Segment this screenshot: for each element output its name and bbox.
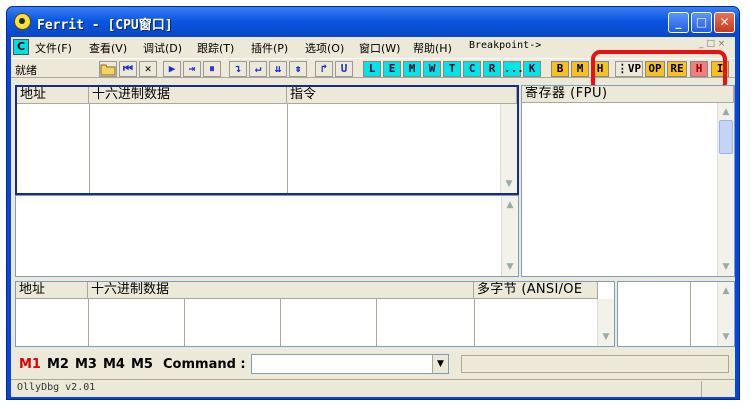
scroll-up-arrow-icon[interactable]: ▲ <box>504 198 516 212</box>
call-stack-button[interactable]: K <box>523 61 541 77</box>
run-trace-button[interactable]: ... <box>503 61 524 77</box>
log-window-button[interactable]: L <box>363 61 381 77</box>
info-pane[interactable]: ▲ ▼ <box>15 195 519 277</box>
threads-window-button[interactable]: T <box>443 61 461 77</box>
menu-debug[interactable]: 调试(D) <box>143 40 182 56</box>
scroll-down-arrow-icon[interactable]: ▼ <box>600 330 612 344</box>
scroll-down-arrow-icon[interactable]: ▼ <box>503 177 515 191</box>
pause-icon[interactable]: ⏸ <box>203 61 221 77</box>
mdi-controls[interactable]: _ □ × <box>699 39 725 49</box>
column-divider <box>88 299 89 346</box>
references-button[interactable]: R <box>483 61 501 77</box>
tab-m3[interactable]: M3 <box>75 357 97 372</box>
tab-m4[interactable]: M4 <box>103 357 125 372</box>
stack-scrollbar[interactable]: ▲ ▼ <box>717 282 734 346</box>
disasm-scrollbar[interactable]: ▼ <box>500 104 517 193</box>
main-window: Ferrit - [CPU窗口] _ □ ✕ C 文件(F) 查看(V) 调试(… <box>6 6 740 400</box>
memory-window-button[interactable]: M <box>403 61 421 77</box>
windows-button[interactable]: W <box>423 61 441 77</box>
window-title: Ferrit - [CPU窗口] <box>37 18 173 33</box>
command-result-field <box>461 355 729 373</box>
status-bar: OllyDbg v2.01 <box>11 379 735 397</box>
disasm-header-address[interactable]: 地址 <box>17 87 89 104</box>
column-divider <box>280 299 281 346</box>
cpu-menu-icon[interactable]: C <box>13 39 29 55</box>
chevron-down-icon[interactable]: ▼ <box>432 355 448 373</box>
menu-plugins[interactable]: 插件(P) <box>251 40 288 56</box>
scroll-up-arrow-icon[interactable]: ▲ <box>720 284 732 298</box>
status-ready: 就绪 <box>15 64 37 77</box>
disasm-header-instruction[interactable]: 指令 <box>287 87 517 104</box>
tab-m2[interactable]: M2 <box>47 357 69 372</box>
tab-m1[interactable]: M1 <box>19 357 41 372</box>
column-divider <box>474 299 475 346</box>
registers-scrollbar[interactable]: ▲ ▼ <box>717 103 734 276</box>
column-divider <box>89 104 90 193</box>
command-label: Command : <box>163 357 246 372</box>
client-area: C 文件(F) 查看(V) 调试(D) 跟踪(T) 插件(P) 选项(O) 窗口… <box>11 37 735 397</box>
title-bar[interactable]: Ferrit - [CPU窗口] _ □ ✕ <box>7 7 739 37</box>
tab-m5[interactable]: M5 <box>131 357 153 372</box>
restart-icon[interactable]: ⏮ <box>119 61 137 77</box>
dump-pane[interactable]: 地址 十六进制数据 多字节 (ANSI/OE ▼ <box>15 281 615 347</box>
status-cell <box>701 381 735 397</box>
execute-till-user-code-icon[interactable]: U <box>335 61 353 77</box>
column-divider <box>376 299 377 346</box>
scroll-thumb[interactable] <box>719 120 733 154</box>
trace-into-icon[interactable]: ⇊ <box>269 61 287 77</box>
column-divider <box>184 299 185 346</box>
menu-help[interactable]: 帮助(H) <box>413 40 452 56</box>
menu-trace[interactable]: 跟踪(T) <box>197 40 234 56</box>
command-input[interactable]: ▼ <box>251 354 449 374</box>
step-over-icon[interactable]: ↵ <box>249 61 267 77</box>
disasm-header-hex[interactable]: 十六进制数据 <box>89 87 287 104</box>
terminate-icon[interactable]: ✕ <box>139 61 157 77</box>
cpu-window-button[interactable]: C <box>463 61 481 77</box>
stack-pane[interactable]: ▲ ▼ <box>617 281 735 347</box>
status-text: OllyDbg v2.01 <box>17 382 96 393</box>
scroll-down-arrow-icon[interactable]: ▼ <box>504 260 516 274</box>
dump-header-hex[interactable]: 十六进制数据 <box>88 282 474 299</box>
info-scrollbar[interactable]: ▲ ▼ <box>501 196 518 276</box>
breakpoints-button[interactable]: B <box>551 61 569 77</box>
menu-options[interactable]: 选项(O) <box>305 40 344 56</box>
dump-header-text[interactable]: 多字节 (ANSI/OE <box>474 282 598 299</box>
menu-view[interactable]: 查看(V) <box>89 40 127 56</box>
memory-breakpoints-button[interactable]: M <box>571 61 589 77</box>
run-thread-icon[interactable]: ⇥ <box>183 61 201 77</box>
column-divider <box>690 282 691 346</box>
app-icon[interactable] <box>14 13 31 30</box>
step-into-icon[interactable]: ↴ <box>229 61 247 77</box>
execute-till-return-icon[interactable]: ↱ <box>315 61 333 77</box>
scroll-down-arrow-icon[interactable]: ▼ <box>720 260 732 274</box>
modules-window-button[interactable]: E <box>383 61 401 77</box>
open-folder-icon[interactable] <box>99 61 117 77</box>
registers-pane[interactable]: 寄存器 (FPU) ▲ ▼ <box>521 85 735 277</box>
trace-over-icon[interactable]: ⇟ <box>289 61 307 77</box>
disassembly-pane[interactable]: 地址 十六进制数据 指令 ▼ <box>15 85 519 195</box>
scroll-up-arrow-icon[interactable]: ▲ <box>720 105 732 119</box>
dump-scrollbar[interactable]: ▼ <box>597 299 614 346</box>
scroll-down-arrow-icon[interactable]: ▼ <box>720 330 732 344</box>
registers-header: 寄存器 (FPU) <box>522 86 734 103</box>
menu-breakpoint[interactable]: Breakpoint-> <box>469 40 541 51</box>
dump-header-address[interactable]: 地址 <box>16 282 88 299</box>
maximize-button[interactable]: □ <box>691 12 712 33</box>
close-button[interactable]: ✕ <box>714 12 735 33</box>
minimize-button[interactable]: _ <box>668 12 689 33</box>
menu-window[interactable]: 窗口(W) <box>359 40 400 56</box>
run-icon[interactable]: ▶ <box>163 61 181 77</box>
menu-file[interactable]: 文件(F) <box>35 40 72 56</box>
column-divider <box>287 104 288 193</box>
